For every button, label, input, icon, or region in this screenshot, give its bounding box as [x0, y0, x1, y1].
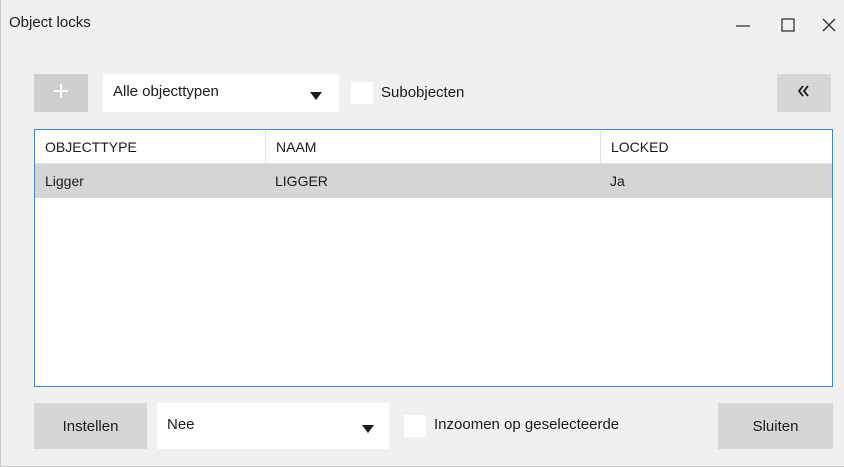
close-window-button[interactable]: [814, 10, 844, 40]
subobjects-checkbox[interactable]: [351, 82, 373, 104]
plus-icon: [52, 82, 70, 105]
close-icon: [821, 17, 837, 33]
object-type-value: Alle objecttypen: [113, 83, 219, 100]
table-row[interactable]: Ligger LIGGER Ja: [35, 164, 832, 198]
window-title: Object locks: [9, 14, 91, 31]
minimize-icon: [735, 17, 751, 33]
collapse-panel-button[interactable]: [777, 74, 831, 112]
zoom-to-selected-checkbox[interactable]: [404, 415, 426, 437]
column-header-objecttype[interactable]: OBJECTTYPE: [35, 130, 265, 164]
mode-value: Nee: [167, 416, 195, 433]
mode-select[interactable]: Nee: [157, 403, 389, 449]
add-object-button[interactable]: [34, 74, 88, 112]
cell-objecttype: Ligger: [45, 173, 84, 189]
object-locks-dialog: Object locks Alle objecttypen Subobjecte…: [0, 0, 844, 467]
cell-naam: LIGGER: [275, 173, 328, 189]
column-header-locked[interactable]: LOCKED: [600, 130, 832, 164]
subobjects-label: Subobjecten: [381, 84, 465, 101]
column-header-naam[interactable]: NAAM: [265, 130, 600, 164]
cell-locked: Ja: [610, 173, 625, 189]
dropdown-caret-icon: [361, 421, 375, 438]
minimize-button[interactable]: [728, 10, 758, 40]
dropdown-caret-icon: [309, 88, 323, 105]
apply-button[interactable]: Instellen: [34, 403, 147, 449]
object-type-select[interactable]: Alle objecttypen: [103, 74, 339, 112]
maximize-button[interactable]: [773, 10, 803, 40]
zoom-to-selected-label: Inzoomen op geselecteerde: [434, 416, 620, 433]
double-chevron-left-icon: [796, 84, 812, 103]
object-locks-table[interactable]: OBJECTTYPE NAAM LOCKED Ligger LIGGER Ja: [34, 129, 833, 387]
close-button[interactable]: Sluiten: [718, 403, 833, 449]
title-bar[interactable]: Object locks: [1, 0, 844, 50]
maximize-icon: [780, 17, 796, 33]
table-header: OBJECTTYPE NAAM LOCKED: [35, 130, 832, 164]
